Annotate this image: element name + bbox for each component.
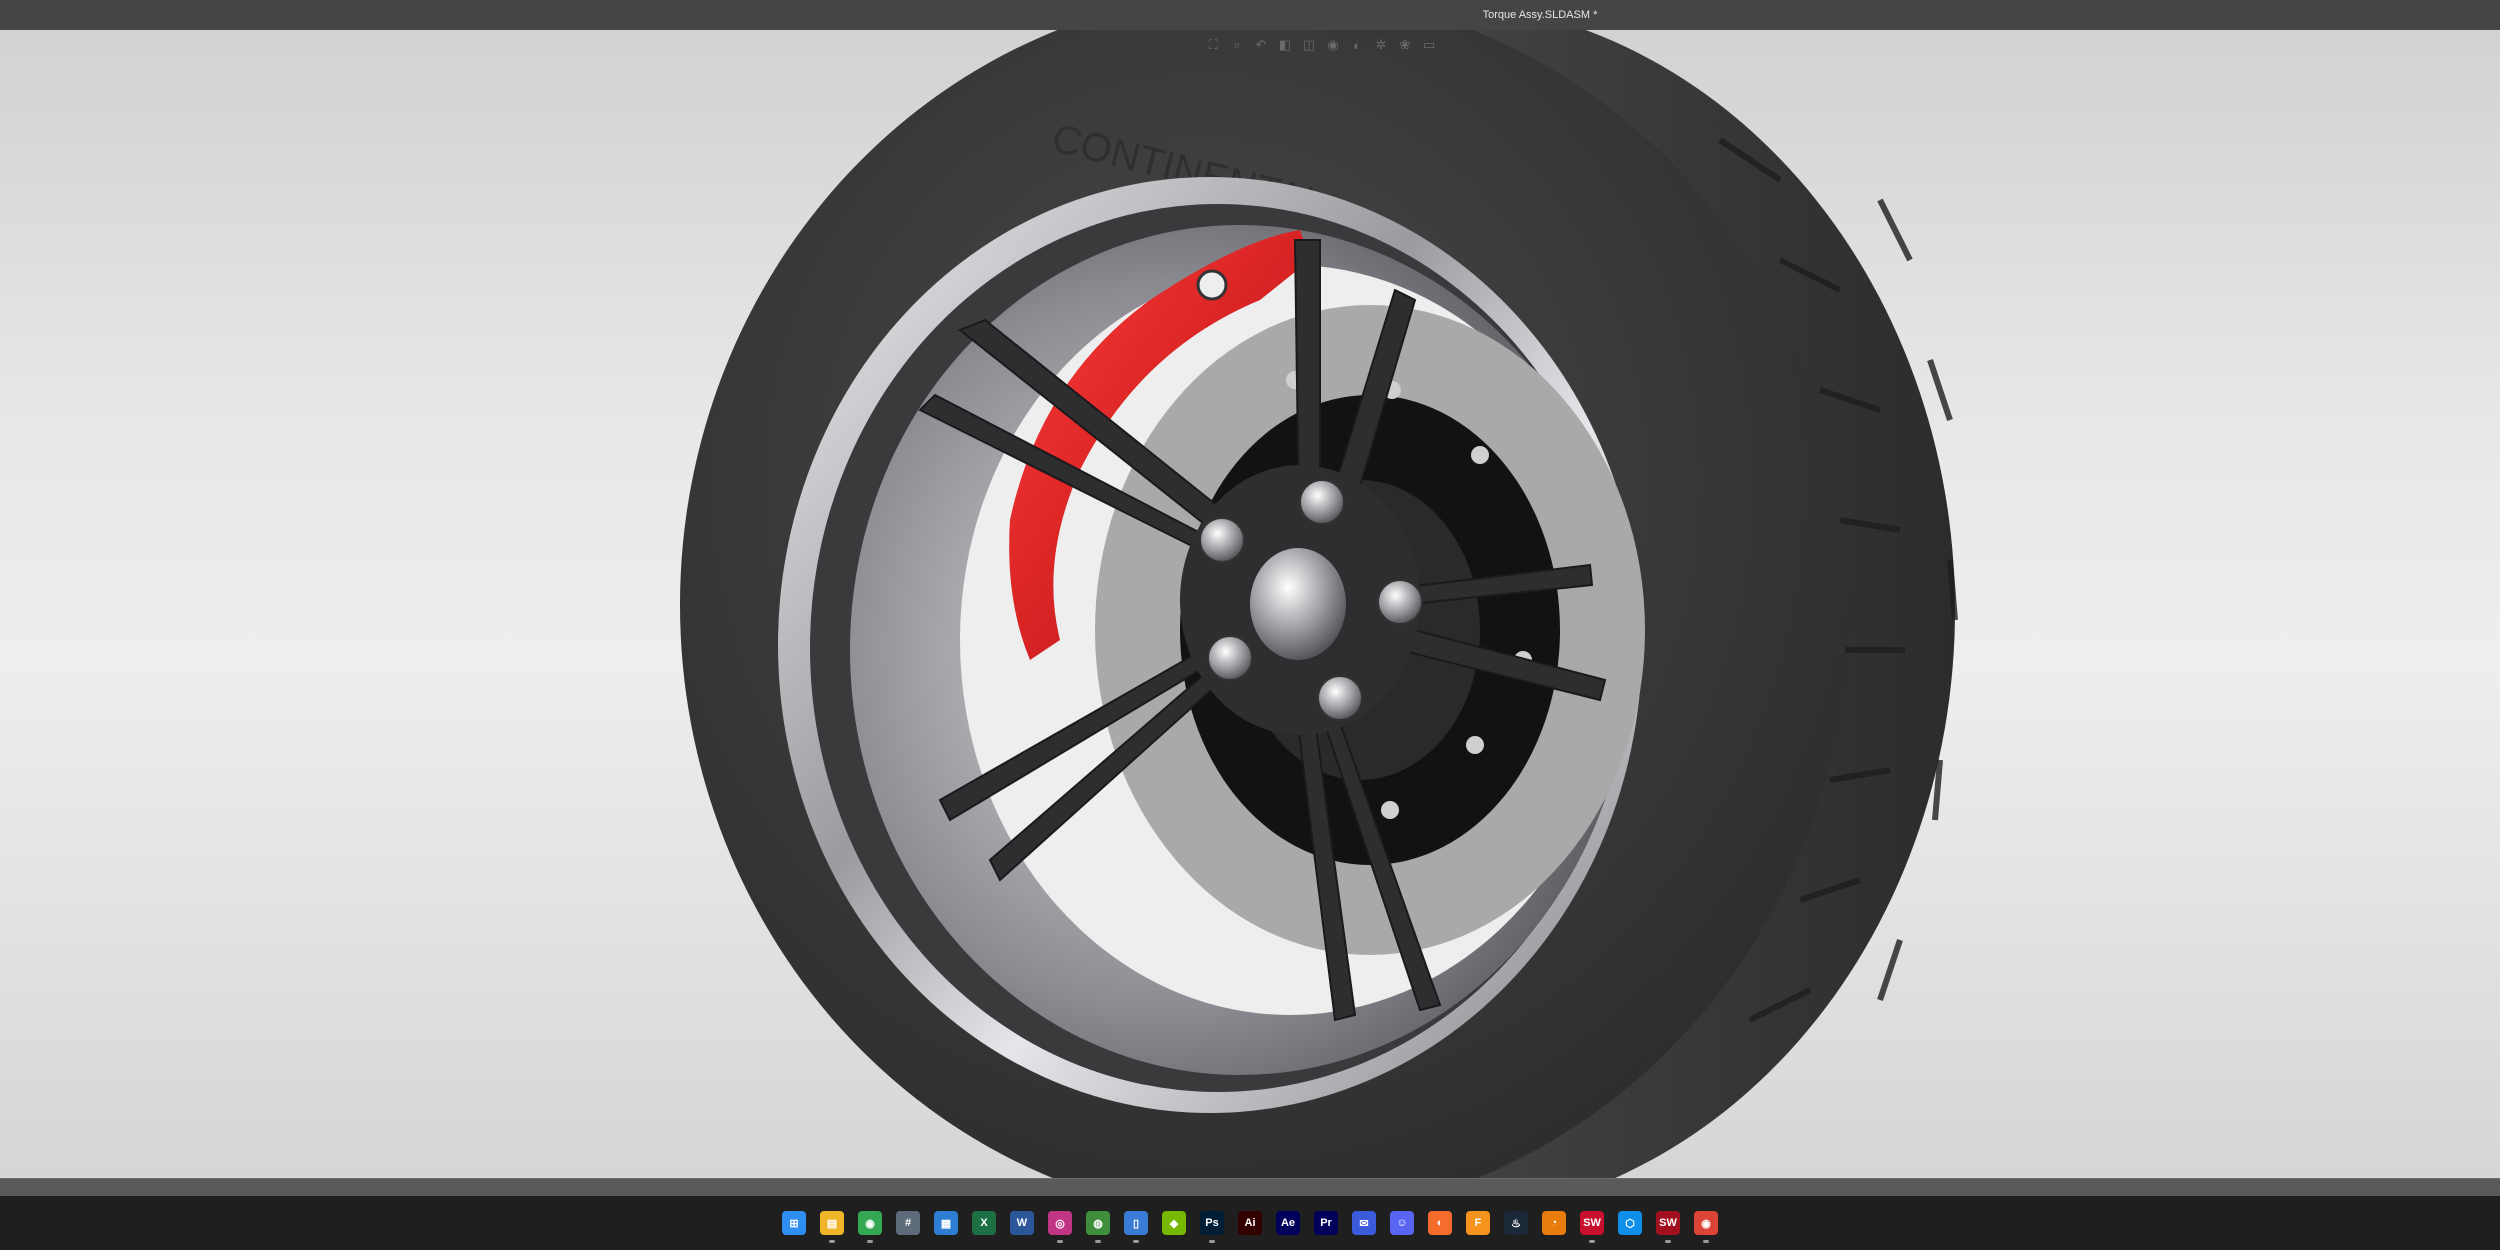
nvidia-icon-glyph: ◆: [1162, 1211, 1186, 1235]
file-explorer-icon-glyph: ▤: [820, 1211, 844, 1235]
solidworks-icon-glyph: SW: [1580, 1211, 1604, 1235]
graphics-viewport[interactable]: ⛶ ⌕ ↶ ◧ ◫ ◉ ◐ ✲ ❀ ▭ CONTINENTAL: [0, 30, 2500, 1178]
maps-icon-glyph: ◍: [1086, 1211, 1110, 1235]
calculator-icon-glyph: #: [896, 1211, 920, 1235]
excel-icon-glyph: X: [972, 1211, 996, 1235]
photoshop-icon-glyph: Ps: [1200, 1211, 1224, 1235]
after-effects-icon-glyph: Ae: [1276, 1211, 1300, 1235]
calendar-icon-glyph: ▦: [934, 1211, 958, 1235]
caliper-bolt: [1196, 269, 1228, 301]
steam-icon[interactable]: ♨: [1500, 1207, 1532, 1239]
edit-appearance-icon[interactable]: ✲: [1372, 36, 1390, 54]
instagram-icon-glyph: ◎: [1048, 1211, 1072, 1235]
instagram-icon[interactable]: ◎: [1044, 1207, 1076, 1243]
3d-viewer-icon-glyph: ⬡: [1618, 1211, 1642, 1235]
discord-icon[interactable]: ☺: [1386, 1207, 1418, 1239]
view-orientation-icon[interactable]: ◫: [1300, 36, 1318, 54]
photoshop-icon[interactable]: Ps: [1196, 1207, 1228, 1243]
premiere-icon[interactable]: Pr: [1310, 1207, 1342, 1239]
illustrator-icon[interactable]: Ai: [1234, 1207, 1266, 1239]
chrome-profile-icon-glyph: ◉: [1694, 1211, 1718, 1235]
apply-scene-icon[interactable]: ❀: [1396, 36, 1414, 54]
hide-show-items-icon[interactable]: ◐: [1348, 36, 1366, 54]
windows-taskbar: ⊞ ▤ ◉ # ▦ X W ◎ ◍ ▯ ◆ Ps Ai Ae Pr ✉ ☺ ◐ F ♨ ◔ SW ⬡ SW ◉: [0, 1196, 2500, 1250]
maps-icon[interactable]: ◍: [1082, 1207, 1114, 1243]
messenger-icon[interactable]: ✉: [1348, 1207, 1380, 1239]
file-explorer-icon[interactable]: ▤: [816, 1207, 848, 1243]
premiere-icon-glyph: Pr: [1314, 1211, 1338, 1235]
illustrator-icon-glyph: Ai: [1238, 1211, 1262, 1235]
blender-icon[interactable]: ◔: [1538, 1207, 1570, 1239]
view-settings-icon[interactable]: ▭: [1420, 36, 1438, 54]
taskbar-app-list: ⊞ ▤ ◉ # ▦ X W ◎ ◍ ▯ ◆ Ps Ai Ae Pr ✉ ☺ ◐ F ♨ ◔ SW ⬡ SW ◉: [778, 1207, 1722, 1243]
excel-icon[interactable]: X: [968, 1207, 1000, 1239]
display-style-icon[interactable]: ◉: [1324, 36, 1342, 54]
zoom-to-fit-icon[interactable]: ⛶: [1204, 36, 1222, 54]
word-icon-glyph: W: [1010, 1211, 1034, 1235]
center-cap: [1250, 548, 1346, 660]
fusion-icon-glyph: F: [1466, 1211, 1490, 1235]
origin-icon-glyph: ◐: [1428, 1211, 1452, 1235]
status-bar: [0, 1178, 2500, 1197]
zoom-to-area-icon[interactable]: ⌕: [1228, 36, 1246, 54]
calculator-icon[interactable]: #: [892, 1207, 924, 1239]
3d-viewer-icon[interactable]: ⬡: [1614, 1207, 1646, 1239]
chrome-icon-glyph: ◉: [858, 1211, 882, 1235]
heads-up-view-toolbar: ⛶ ⌕ ↶ ◧ ◫ ◉ ◐ ✲ ❀ ▭: [1204, 33, 1484, 57]
chrome-profile-icon[interactable]: ◉: [1690, 1207, 1722, 1243]
wheel-assembly-model[interactable]: CONTINENTAL: [0, 30, 2500, 1178]
word-icon[interactable]: W: [1006, 1207, 1038, 1239]
chrome-icon[interactable]: ◉: [854, 1207, 886, 1243]
messenger-icon-glyph: ✉: [1352, 1211, 1376, 1235]
solidworks-2026-icon[interactable]: SW: [1652, 1207, 1684, 1243]
windows-start-icon[interactable]: ⊞: [778, 1207, 810, 1239]
blender-icon-glyph: ◔: [1542, 1211, 1566, 1235]
solidworks-icon[interactable]: SW: [1576, 1207, 1608, 1243]
previous-view-icon[interactable]: ↶: [1252, 36, 1270, 54]
after-effects-icon[interactable]: Ae: [1272, 1207, 1304, 1239]
discord-icon-glyph: ☺: [1390, 1211, 1414, 1235]
window-titlebar[interactable]: Torque Assy.SLDASM *: [0, 0, 2500, 30]
window-title: Torque Assy.SLDASM *: [1482, 9, 1598, 21]
solidworks-2026-icon-glyph: SW: [1656, 1211, 1680, 1235]
origin-icon[interactable]: ◐: [1424, 1207, 1456, 1239]
phone-link-icon-glyph: ▯: [1124, 1211, 1148, 1235]
section-view-icon[interactable]: ◧: [1276, 36, 1294, 54]
fusion-icon[interactable]: F: [1462, 1207, 1494, 1239]
steam-icon-glyph: ♨: [1504, 1211, 1528, 1235]
calendar-icon[interactable]: ▦: [930, 1207, 962, 1239]
windows-start-icon-glyph: ⊞: [782, 1211, 806, 1235]
phone-link-icon[interactable]: ▯: [1120, 1207, 1152, 1243]
nvidia-icon[interactable]: ◆: [1158, 1207, 1190, 1239]
